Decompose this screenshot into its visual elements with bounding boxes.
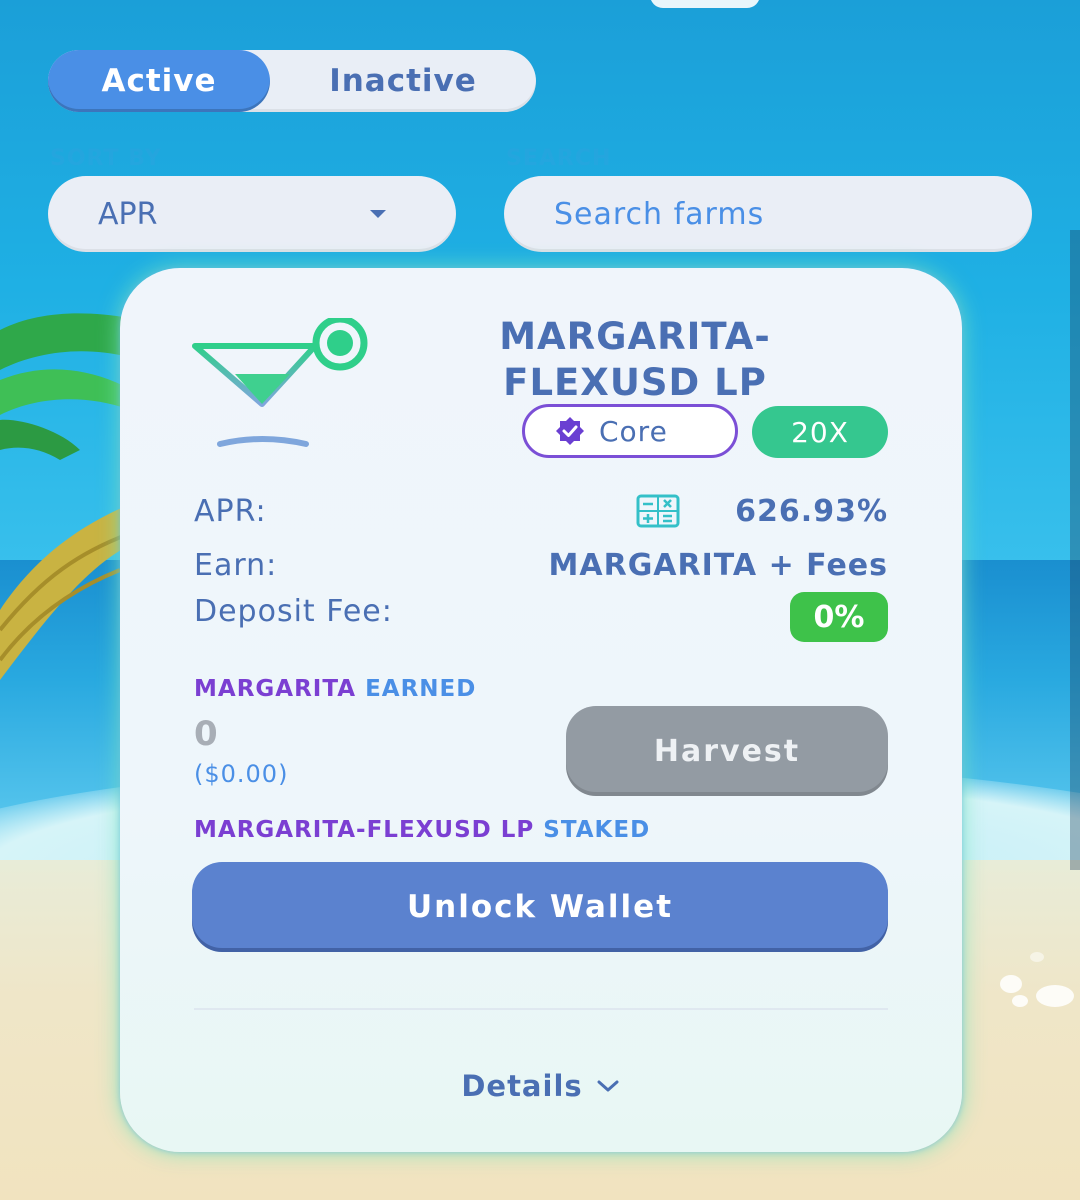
harvest-button[interactable]: Harvest: [566, 706, 888, 796]
foam-bubble: [1030, 952, 1044, 962]
farm-card: MARGARITA- FLEXUSD LP Core 20X APR: 626.…: [120, 268, 962, 1152]
deposit-fee-label: Deposit Fee:: [194, 594, 393, 629]
cocktail-glass-icon: [192, 318, 368, 447]
caret-down-icon: [370, 210, 386, 218]
sort-by-label: SORT BY: [50, 146, 162, 171]
foam-bubble: [1012, 995, 1028, 1007]
sort-select[interactable]: APR: [48, 176, 456, 252]
verified-check-icon: [556, 417, 584, 445]
earned-usd-value: ($0.00): [194, 760, 289, 788]
core-badge: Core: [522, 404, 738, 458]
farm-title-line2: FLEXUSD LP: [503, 361, 767, 404]
apr-label: APR:: [194, 494, 267, 529]
farm-status-toggle: Active Inactive: [48, 50, 536, 112]
unlock-wallet-button[interactable]: Unlock Wallet: [192, 862, 888, 952]
staked-suffix: STAKED: [543, 817, 651, 843]
top-handle: [650, 0, 760, 8]
sort-select-value: APR: [98, 196, 158, 232]
earn-label: Earn:: [194, 548, 278, 583]
farm-title-line1: MARGARITA-: [499, 315, 771, 358]
earned-suffix: EARNED: [365, 676, 477, 702]
divider: [194, 1008, 888, 1010]
details-toggle[interactable]: Details: [420, 1066, 660, 1106]
palm-tree-icon: [0, 313, 140, 680]
tab-active[interactable]: Active: [48, 50, 270, 112]
earn-value: MARGARITA + Fees: [548, 548, 888, 583]
staked-token: MARGARITA-FLEXUSD LP: [194, 817, 535, 843]
staked-heading: MARGARITA-FLEXUSD LP STAKED: [194, 817, 650, 843]
core-badge-label: Core: [599, 414, 668, 448]
foam-bubble: [1000, 975, 1022, 993]
search-label: SEARCH: [506, 146, 612, 171]
earned-amount: 0: [194, 714, 218, 754]
details-label: Details: [461, 1069, 583, 1103]
deposit-fee-badge: 0%: [790, 592, 888, 642]
chevron-down-icon: [597, 1080, 619, 1092]
earned-heading: MARGARITA EARNED: [194, 676, 476, 702]
foam-bubble: [1036, 985, 1074, 1007]
apr-value: 626.93%: [735, 494, 888, 529]
tab-inactive[interactable]: Inactive: [270, 50, 536, 112]
farm-title: MARGARITA- FLEXUSD LP: [420, 314, 850, 406]
search-input[interactable]: [504, 176, 1032, 252]
earned-token: MARGARITA: [194, 676, 357, 702]
multiplier-badge: 20X: [752, 406, 888, 458]
calculator-icon[interactable]: [636, 494, 680, 528]
scrollbar[interactable]: [1070, 230, 1080, 870]
